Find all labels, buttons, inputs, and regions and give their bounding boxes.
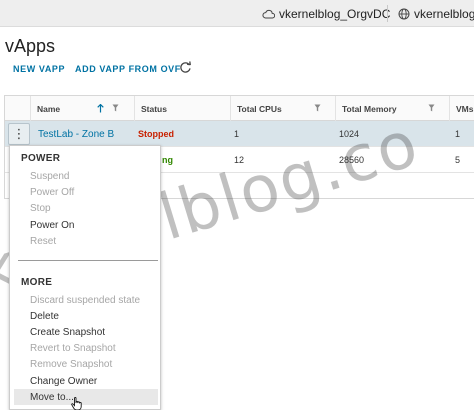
menu-item-stop: Stop [30,202,51,214]
filter-icon[interactable] [314,104,321,112]
vms-cell: 5 [455,155,461,165]
menu-item-create-snapshot[interactable]: Create Snapshot [14,324,158,340]
memory-cell: 1024 [339,129,360,139]
column-vms[interactable]: VMs [449,96,474,121]
site-label: vkernelblog. [414,6,474,21]
row-actions-button[interactable]: ⋮ [8,123,30,145]
row-actions-menu: POWER Suspend Power Off Stop Power On Re… [9,145,161,410]
status-cell: ng [162,155,173,165]
menu-section-more: MORE [21,277,53,288]
refresh-icon [180,61,191,73]
menu-item-delete[interactable]: Delete [14,308,158,324]
add-vapp-from-ovf-button[interactable]: ADD VAPP FROM OVF [75,64,181,74]
menu-item-power-off: Power Off [30,186,75,198]
status-cell: Stopped [138,129,174,139]
cloud-icon [262,9,275,18]
column-memory-label: Total Memory [342,103,397,114]
hand-pointer-icon [71,397,82,410]
table-row[interactable]: ⋮ TestLab - Zone B Stopped 1 1024 1 [5,121,474,147]
column-name-label: Name [37,103,61,114]
column-total-cpus[interactable]: Total CPUs [230,96,335,121]
menu-divider [18,260,158,261]
globe-icon [398,8,410,19]
cpus-cell: 1 [234,129,240,139]
menu-item-suspend: Suspend [30,170,70,182]
column-cpus-label: Total CPUs [237,103,282,114]
menu-item-reset: Reset [30,235,57,247]
memory-cell: 28560 [339,155,365,165]
site-selector[interactable]: vkernelblog. [398,0,474,27]
new-vapp-button[interactable]: NEW VAPP [13,64,65,74]
menu-item-revert-to-snapshot: Revert to Snapshot [30,342,116,354]
menu-item-discard-suspended-state: Discard suspended state [30,294,141,306]
menu-item-power-on[interactable]: Power On [14,217,158,233]
cpus-cell: 12 [234,155,245,165]
org-vdc-label: vkernelblog_OrgvDC [279,6,391,21]
column-total-memory[interactable]: Total Memory [335,96,449,121]
refresh-button[interactable] [179,61,192,79]
filter-icon[interactable] [112,104,119,112]
org-vdc-selector[interactable]: vkernelblog_OrgvDC [262,0,390,27]
column-vms-label: VMs [456,103,474,114]
filter-icon[interactable] [428,104,435,112]
sort-ascending-icon[interactable] [97,104,104,113]
menu-item-remove-snapshot: Remove Snapshot [30,358,113,370]
menu-item-change-owner[interactable]: Change Owner [14,373,158,389]
vms-cell: 1 [455,129,461,139]
top-bar: vkernelblog_OrgvDC vkernelblog. [0,0,474,27]
page-title: vApps [5,36,56,56]
menu-section-power: POWER [21,153,61,164]
column-status-label: Status [141,103,167,114]
vapp-name-link[interactable]: TestLab - Zone B [38,121,114,147]
more-vertical-icon: ⋮ [12,126,26,141]
menu-item-move-to[interactable]: Move to... [14,389,158,405]
column-name[interactable]: Name [30,96,134,121]
column-status[interactable]: Status [134,96,230,121]
topbar-divider [387,5,388,22]
vcd-vapps-page: vkernelblog_OrgvDC vkernelblog. vApps NE… [0,0,474,410]
datagrid-header: Name Status Total CPUs Total Memory VMs [5,96,474,121]
